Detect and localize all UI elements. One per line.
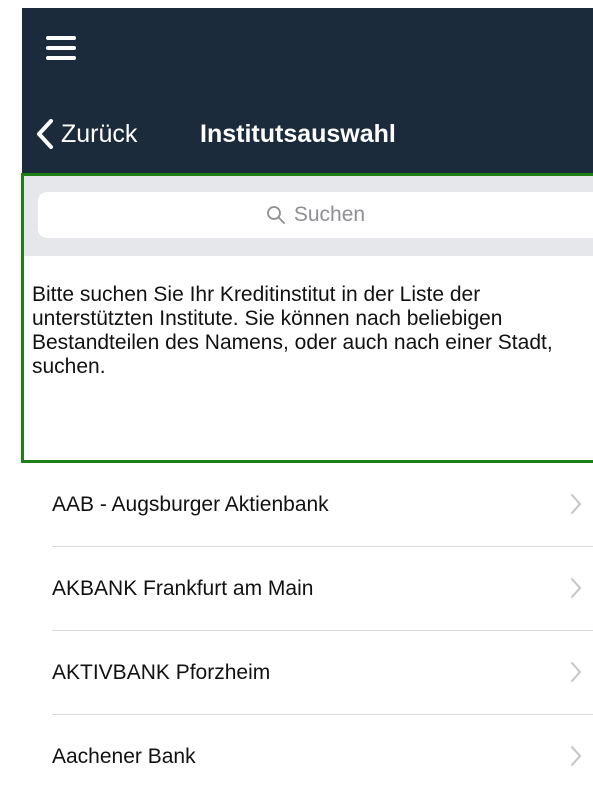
- chevron-right-icon: [571, 746, 581, 766]
- chevron-left-icon: [37, 119, 53, 149]
- bank-list: AAB - Augsburger Aktienbank AKBANK Frank…: [0, 463, 593, 799]
- bank-name: AAB - Augsburger Aktienbank: [52, 493, 329, 516]
- menu-line: [46, 46, 76, 50]
- help-text: Bitte suchen Sie Ihr Kreditinstitut in d…: [32, 283, 553, 378]
- search-placeholder: Suchen: [293, 203, 366, 226]
- bank-name: Aachener Bank: [52, 745, 196, 768]
- list-item[interactable]: Aachener Bank: [0, 715, 593, 799]
- bank-name: AKTIVBANK Pforzheim: [52, 661, 271, 684]
- bank-name: AKBANK Frankfurt am Main: [52, 577, 314, 600]
- menu-line: [46, 36, 76, 40]
- hamburger-menu-icon[interactable]: [46, 36, 76, 60]
- back-button[interactable]: Zurück: [36, 114, 137, 154]
- list-item[interactable]: AAB - Augsburger Aktienbank: [0, 463, 593, 547]
- list-item[interactable]: AKTIVBANK Pforzheim: [0, 631, 593, 715]
- search-bar: Suchen: [24, 176, 593, 256]
- menu-line: [46, 56, 76, 60]
- search-icon: [266, 206, 285, 224]
- chevron-right-icon: [571, 578, 581, 598]
- chevron-right-icon: [571, 494, 581, 514]
- chevron-right-icon: [571, 662, 581, 682]
- list-item[interactable]: AKBANK Frankfurt am Main: [0, 547, 593, 631]
- back-label: Zurück: [61, 119, 138, 148]
- search-input[interactable]: Suchen: [38, 192, 593, 238]
- page-title: Institutsauswahl: [200, 120, 396, 148]
